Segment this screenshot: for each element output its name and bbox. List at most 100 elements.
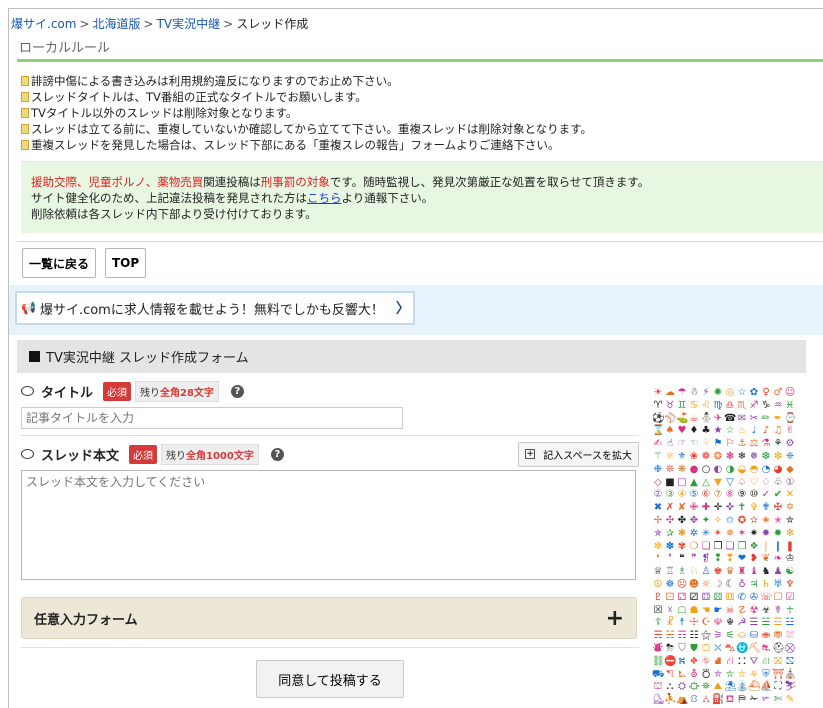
- emoji-item[interactable]: ⚞: [712, 630, 724, 642]
- emoji-item[interactable]: ✘: [676, 502, 688, 514]
- emoji-item[interactable]: ▼: [712, 477, 724, 489]
- emoji-item[interactable]: ⛢: [688, 669, 700, 681]
- emoji-item[interactable]: ☧: [664, 617, 676, 629]
- emoji-item[interactable]: △: [700, 477, 712, 489]
- emoji-item[interactable]: ⛈: [664, 643, 676, 655]
- emoji-item[interactable]: ☂: [676, 387, 688, 399]
- emoji-item[interactable]: ❋: [676, 464, 688, 476]
- emoji-item[interactable]: ✌: [784, 425, 796, 437]
- emoji-item[interactable]: ✝: [736, 502, 748, 514]
- emoji-item[interactable]: ✫: [748, 515, 760, 527]
- emoji-item[interactable]: ⚝: [700, 630, 712, 642]
- emoji-item[interactable]: ✈: [712, 413, 724, 425]
- emoji-item[interactable]: ⛷: [784, 681, 797, 693]
- emoji-item[interactable]: ❞: [688, 553, 700, 565]
- emoji-item[interactable]: ⛝: [772, 656, 784, 668]
- emoji-item[interactable]: ♤: [736, 477, 748, 489]
- emoji-item[interactable]: ♦: [688, 425, 700, 437]
- emoji-item[interactable]: ☤: [772, 605, 784, 617]
- emoji-item[interactable]: ♥: [676, 425, 688, 437]
- emoji-item[interactable]: ☺: [784, 387, 796, 399]
- emoji-item[interactable]: ⛆: [784, 630, 796, 642]
- emoji-item[interactable]: ♪: [760, 425, 772, 437]
- emoji-item[interactable]: ⚁: [676, 592, 688, 604]
- emoji-item[interactable]: ☽: [712, 579, 724, 591]
- emoji-item[interactable]: ♝: [748, 566, 760, 578]
- emoji-item[interactable]: ⛕: [676, 656, 688, 668]
- emoji-item[interactable]: ⚡: [700, 387, 712, 399]
- emoji-item[interactable]: ❏: [700, 541, 712, 553]
- emoji-item[interactable]: ☑: [784, 592, 796, 604]
- emoji-item[interactable]: ♌: [700, 400, 712, 412]
- emoji-item[interactable]: ☬: [724, 617, 736, 629]
- emoji-item[interactable]: ✖: [652, 502, 664, 514]
- emoji-item[interactable]: ◓: [748, 464, 760, 476]
- emoji-item[interactable]: ⛸: [652, 694, 665, 706]
- emoji-item[interactable]: ❝: [676, 553, 688, 565]
- emoji-item[interactable]: ♔: [784, 553, 796, 565]
- emoji-item[interactable]: ❊: [664, 464, 676, 476]
- emoji-item[interactable]: ☆: [724, 425, 736, 437]
- emoji-item[interactable]: ✍: [652, 438, 664, 450]
- emoji-item[interactable]: ◇: [652, 477, 664, 489]
- emoji-item[interactable]: ⚖: [748, 438, 760, 450]
- emoji-item[interactable]: ✕: [784, 489, 796, 501]
- emoji-item[interactable]: ☴: [652, 630, 664, 642]
- emoji-item[interactable]: ☠: [724, 605, 736, 617]
- emoji-item[interactable]: ⚂: [688, 592, 700, 604]
- emoji-item[interactable]: ❘: [760, 541, 772, 553]
- emoji-item[interactable]: ⛉: [676, 643, 688, 655]
- emoji-item[interactable]: ❖: [748, 541, 760, 553]
- emoji-item[interactable]: ⛾: [724, 694, 736, 706]
- emoji-item[interactable]: ⑦: [712, 489, 724, 501]
- emoji-item[interactable]: ✰: [664, 528, 676, 540]
- emoji-item[interactable]: ☱: [760, 617, 772, 629]
- emoji-item[interactable]: ⛤: [712, 669, 724, 681]
- emoji-item[interactable]: ♑: [760, 400, 772, 412]
- emoji-item[interactable]: ☗: [688, 605, 700, 617]
- emoji-item[interactable]: ◔: [760, 464, 772, 476]
- emoji-item[interactable]: ✚: [700, 502, 712, 514]
- emoji-item[interactable]: ☭: [736, 617, 748, 629]
- emoji-item[interactable]: □: [676, 477, 688, 489]
- emoji-item[interactable]: ✃: [760, 694, 772, 706]
- emoji-item[interactable]: ⑩: [748, 489, 760, 501]
- report-link[interactable]: こちら: [307, 191, 342, 205]
- emoji-item[interactable]: ⛙: [724, 656, 736, 668]
- emoji-item[interactable]: ✂: [748, 413, 760, 425]
- emoji-item[interactable]: ⛁: [748, 630, 760, 642]
- emoji-item[interactable]: ⛞: [784, 656, 796, 668]
- emoji-item[interactable]: ⛦: [736, 669, 748, 681]
- emoji-item[interactable]: ♨: [736, 425, 748, 437]
- emoji-item[interactable]: ✗: [664, 502, 676, 514]
- emoji-item[interactable]: ⚓: [736, 438, 748, 450]
- submit-button[interactable]: 同意して投稿する: [256, 660, 404, 698]
- emoji-item[interactable]: ☵: [664, 630, 676, 642]
- emoji-item[interactable]: ⛊: [688, 643, 700, 655]
- emoji-item[interactable]: ⌚: [784, 413, 796, 425]
- emoji-item[interactable]: ⚟: [724, 630, 736, 642]
- emoji-item[interactable]: ❆: [760, 451, 772, 463]
- emoji-item[interactable]: ❣: [724, 553, 736, 565]
- emoji-item[interactable]: ✧: [712, 515, 724, 527]
- emoji-item[interactable]: ✱: [676, 528, 688, 540]
- emoji-item[interactable]: ⛽: [712, 694, 724, 706]
- emoji-item[interactable]: ★: [712, 425, 724, 437]
- emoji-item[interactable]: ♢: [760, 477, 772, 489]
- emoji-item[interactable]: ❈: [784, 451, 796, 463]
- emoji-item[interactable]: ☣: [760, 605, 772, 617]
- emoji-item[interactable]: ✼: [652, 541, 664, 553]
- emoji-item[interactable]: ✪: [736, 515, 748, 527]
- emoji-item[interactable]: ❀: [688, 451, 700, 463]
- emoji-item[interactable]: ☶: [676, 630, 688, 642]
- emoji-item[interactable]: ✏: [760, 413, 772, 425]
- emoji-item[interactable]: ♀: [760, 387, 772, 399]
- emoji-item[interactable]: ⛗: [700, 656, 712, 668]
- emoji-item[interactable]: ⛳: [676, 413, 688, 425]
- emoji-item[interactable]: ♇: [652, 592, 664, 604]
- emoji-item[interactable]: ♣: [700, 425, 712, 437]
- emoji-item[interactable]: ☏: [760, 592, 773, 604]
- emoji-item[interactable]: ❁: [700, 451, 712, 463]
- emoji-item[interactable]: ☀: [652, 387, 664, 399]
- emoji-item[interactable]: ✴: [712, 528, 724, 540]
